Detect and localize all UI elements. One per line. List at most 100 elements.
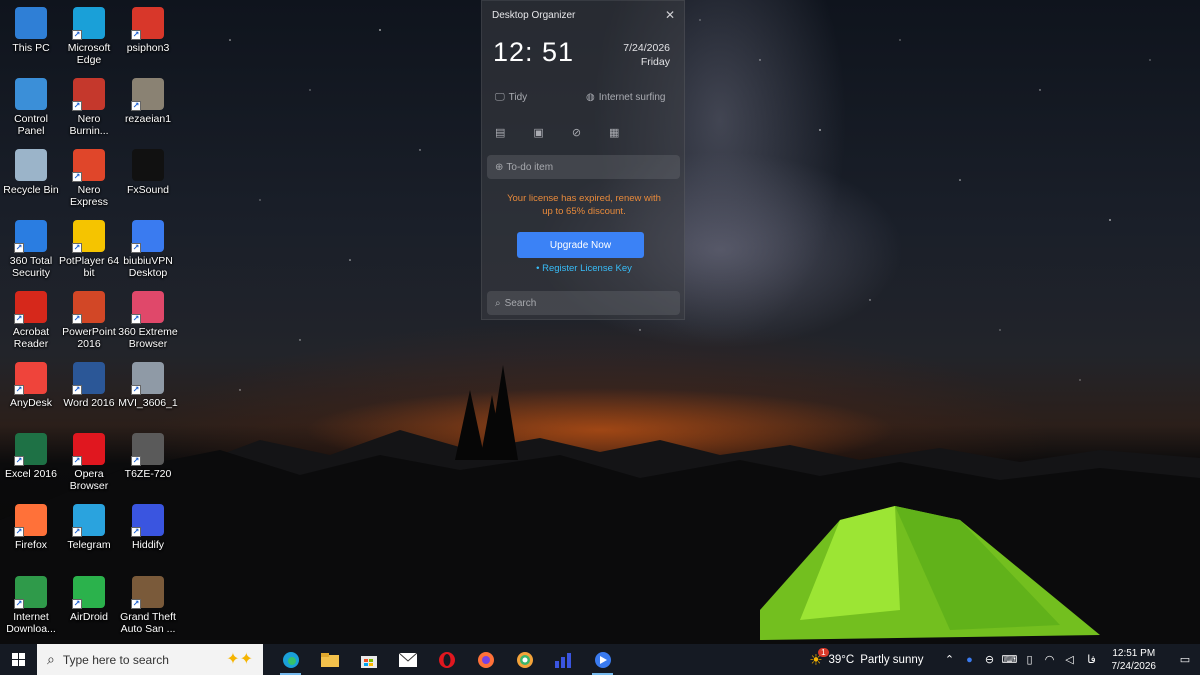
desktop-icon[interactable]: ↗ Acrobat Reader [0,291,62,350]
desktop-icon[interactable]: ↗ Microsoft Edge [58,7,120,66]
vpn-tray-icon[interactable]: ● [961,654,979,666]
taskbar-biubiu-icon[interactable] [583,644,622,675]
desktop-icon-label: rezaeian1 [124,113,172,125]
network-tray-icon[interactable]: ⊖ [981,653,999,666]
desktop-icon[interactable]: ↗ AnyDesk [0,362,62,409]
desktop-icon[interactable]: Control Panel [0,78,62,137]
chevron-up-icon[interactable]: ⌃ [941,653,959,666]
desktop-icon-label: Nero Burnin... [69,113,109,137]
register-license-key-link[interactable]: • Register License Key [482,263,686,274]
desktop-icon[interactable]: ↗ Opera Browser [58,433,120,492]
taskbar-search-box[interactable]: ⌕ Type here to search ✦✦ [37,644,263,675]
shortcut-arrow-icon: ↗ [14,385,24,395]
taskbar-opera-icon[interactable] [427,644,466,675]
shortcut-arrow-icon: ↗ [72,385,82,395]
widget-search-placeholder: Search [504,297,537,309]
todo-placeholder: To-do item [506,161,554,173]
taskbar-mail-icon[interactable] [388,644,427,675]
desktop-icon-label: Telegram [67,539,111,551]
taskbar-search-placeholder: Type here to search [62,652,169,667]
shortcut-arrow-icon: ↗ [14,314,24,324]
gta-icon: ↗ [131,576,164,609]
image-icon[interactable]: ▣ [533,126,543,139]
desktop-icon-label: AnyDesk [9,397,52,409]
todo-input[interactable]: ⊕ To-do item [487,155,680,179]
desktop-icon[interactable]: ↗ Nero Express [58,149,120,208]
taskbar-store-icon[interactable] [349,644,388,675]
nero-burning-icon: ↗ [72,78,105,111]
biubiuvpn-icon: ↗ [131,220,164,253]
search-highlight-icon[interactable]: ✦✦ [226,649,253,669]
widget-clock-time: 12: 51 [493,37,575,67]
desktop-icon[interactable]: ↗ PotPlayer 64 bit [58,220,120,279]
license-message-line2: up to 65% discount. [542,206,626,217]
desktop-icon[interactable]: ↗ 360 Total Security [0,220,62,279]
windows-logo-icon [11,652,25,666]
internet-surfing-button[interactable]: ◍ Internet surfing [586,92,665,103]
widget-search-input[interactable]: ⌕ Search [487,291,680,315]
notification-center-icon[interactable]: ▭ [1170,653,1200,666]
desktop-icon[interactable]: ↗ Hiddify [117,504,179,551]
desktop-icon[interactable]: ↗ MVI_3606_1 [117,362,179,409]
taskbar-clock[interactable]: 12:51 PM 7/24/2026 [1112,647,1157,673]
desktop-icon[interactable]: ↗ PowerPoint 2016 [58,291,120,350]
desktop-icon[interactable]: ↗ 360 Extreme Browser [117,291,179,350]
desktop-icon[interactable]: This PC [0,7,62,54]
device-tray-icon[interactable]: ▯ [1021,653,1039,666]
add-icon: ⊕ [495,161,504,173]
desktop-icon[interactable]: ↗ T6ZE-720 [117,433,179,480]
desktop-icon-label: Opera Browser [69,468,109,492]
desktop-icon-label: Hiddify [131,539,165,551]
taskbar-time: 12:51 PM [1112,647,1156,659]
printer-icon[interactable]: ▤ [495,126,505,139]
taskbar-firefox-icon[interactable] [466,644,505,675]
desktop-icon[interactable]: ↗ Firefox [0,504,62,551]
desktop-icon-label: MVI_3606_1 [118,397,178,409]
powerpoint-icon: ↗ [72,291,105,324]
desktop-icon[interactable]: ↗ AirDroid [58,576,120,623]
internet-surfing-label: Internet surfing [598,92,666,103]
shortcut-arrow-icon: ↗ [131,101,141,111]
desktop-icon[interactable]: ↗ Telegram [58,504,120,551]
shortcut-arrow-icon: ↗ [131,243,141,253]
speaker-icon[interactable]: ◁ [1061,653,1079,666]
tidy-label: Tidy [508,92,528,103]
desktop-icon[interactable]: ↗ psiphon3 [117,7,179,54]
anydesk-icon: ↗ [14,362,47,395]
psiphon-icon: ↗ [131,7,164,40]
wifi-icon[interactable]: ◠ [1041,653,1059,666]
video-thumbnail-icon: ↗ [131,433,164,466]
search-icon: ⌕ [495,297,501,309]
start-button[interactable] [0,644,37,675]
taskbar-360-browser-icon[interactable] [505,644,544,675]
weather-widget[interactable]: ☀ 1 39°C Partly sunny [809,647,924,669]
desktop-icon[interactable]: Recycle Bin [0,149,62,196]
taskbar-file-explorer-icon[interactable] [310,644,349,675]
tidy-button[interactable]: 🖵 Tidy [495,92,527,103]
upgrade-now-button[interactable]: Upgrade Now [517,232,644,258]
keyboard-tray-icon[interactable]: ⌨ [1001,653,1019,666]
shortcut-arrow-icon: ↗ [72,456,82,466]
close-icon[interactable]: ✕ [665,8,675,22]
desktop-icon-label: Grand Theft Auto San ... [120,611,176,635]
taskbar-hiddify-icon[interactable] [544,644,583,675]
desktop-icon[interactable]: ↗ rezaeian1 [117,78,179,125]
shortcut-arrow-icon: ↗ [131,314,141,324]
computer-icon [15,7,47,39]
desktop-icon[interactable]: ↗ biubiuVPN Desktop [117,220,179,279]
desktop-icon[interactable]: ↗ Internet Downloa... [0,576,62,635]
taskbar-edge-icon[interactable] [271,644,310,675]
shortcut-arrow-icon: ↗ [131,599,141,609]
desktop-icon[interactable]: ↗ Word 2016 [58,362,120,409]
desktop-icon[interactable]: FxSound [117,149,179,196]
desktop-icon[interactable]: ↗ Excel 2016 [0,433,62,480]
desktop-icon[interactable]: ↗ Nero Burnin... [58,78,120,137]
idm-icon: ↗ [14,576,47,609]
excel-icon: ↗ [14,433,47,466]
calculator-icon[interactable]: ▦ [609,126,619,139]
desktop-icon-label: biubiuVPN Desktop [123,255,173,279]
shortcut-arrow-icon: ↗ [14,243,24,253]
hide-icon[interactable]: ⊘ [572,126,581,139]
desktop-icon[interactable]: ↗ Grand Theft Auto San ... [117,576,179,635]
language-indicator[interactable]: فا [1081,653,1103,666]
